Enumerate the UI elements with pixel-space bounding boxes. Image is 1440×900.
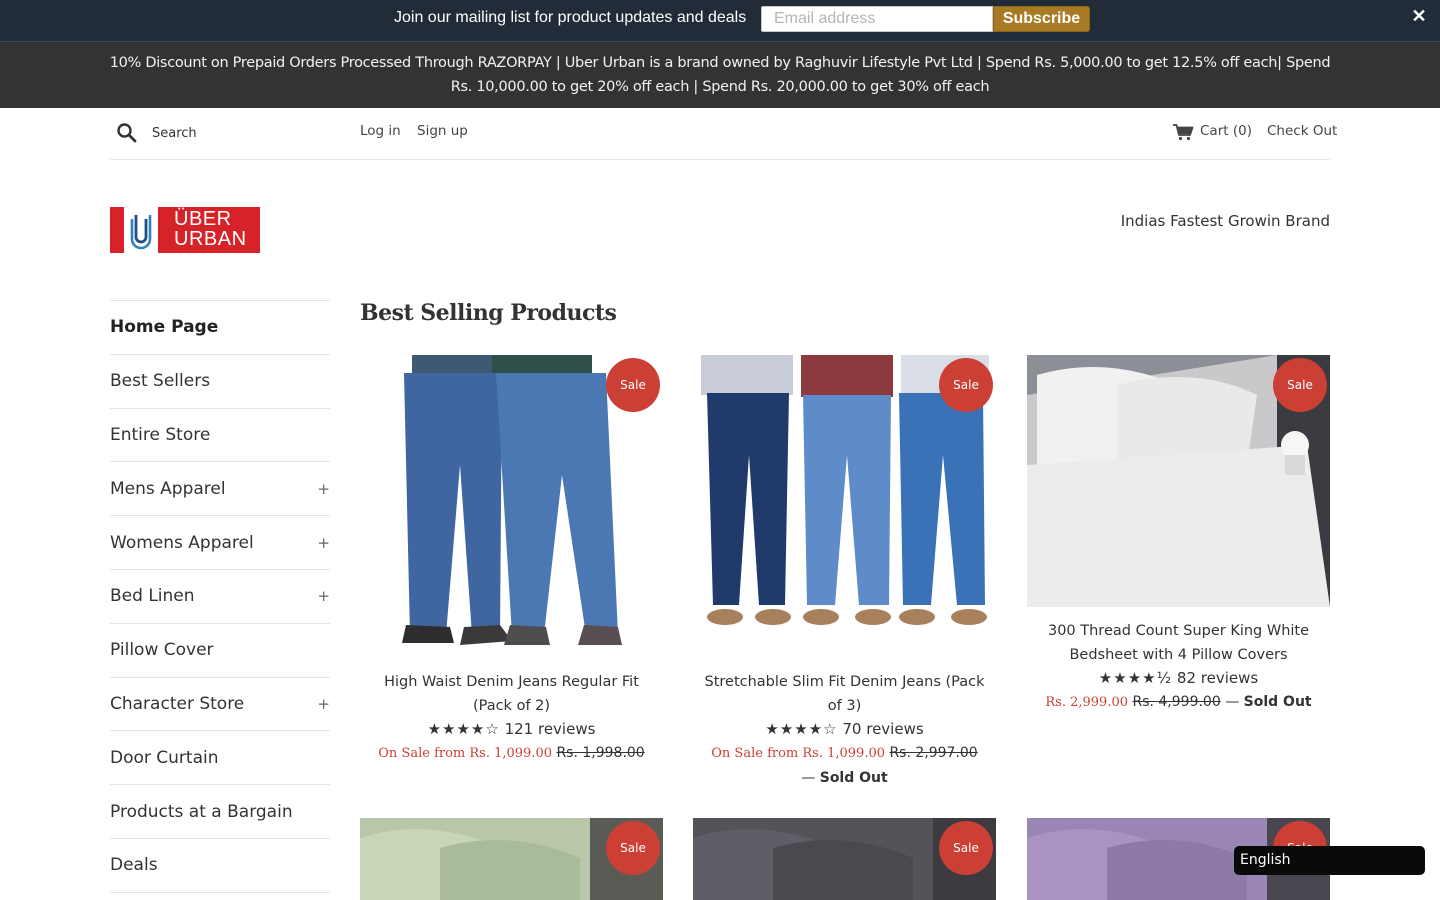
original-price: Rs. 4,999.00 <box>1132 694 1221 710</box>
sidebar-item-label: Entire Store <box>110 424 211 445</box>
subscribe-button[interactable]: Subscribe <box>993 6 1090 32</box>
rating-stars-icon: ★★★★☆ <box>427 720 500 738</box>
product-title[interactable]: High Waist Denim Jeans Regular Fit (Pack… <box>360 670 663 718</box>
product-image[interactable]: Sale <box>360 355 663 658</box>
product-rating: ★★★★½ 82 reviews <box>1027 667 1330 690</box>
product-card[interactable]: Sale High Waist Denim Jeans Regular Fit … <box>360 355 663 766</box>
rating-stars-icon: ★★★★☆ <box>765 720 838 738</box>
sidebar-item-womens-apparel[interactable]: Womens Apparel + <box>110 516 330 570</box>
sidebar-item-mens-apparel[interactable]: Mens Apparel + <box>110 462 330 517</box>
sidebar-item-label: Bed Linen <box>110 586 195 607</box>
sidebar-item-home-page[interactable]: Home Page <box>110 301 330 355</box>
product-price: On Sale from Rs. 1,099.00 Rs. 2,997.00 —… <box>693 741 996 790</box>
sale-price: Rs. 2,999.00 <box>1045 695 1129 710</box>
rating-stars-icon: ★★★★½ <box>1098 669 1173 687</box>
sale-badge: Sale <box>606 358 660 412</box>
sidebar-item-label: Door Curtain <box>110 747 219 768</box>
product-title[interactable]: 300 Thread Count Super King White Bedshe… <box>1027 619 1330 667</box>
sold-out-label: Sold Out <box>819 770 888 786</box>
search-input[interactable] <box>152 122 342 144</box>
logo-line-2: URBAN <box>174 228 247 250</box>
price-separator: — <box>801 770 816 786</box>
product-card[interactable]: Sale <box>693 818 996 900</box>
product-image[interactable]: Sale <box>360 818 663 900</box>
sidebar-item-products-at-a-bargain[interactable]: Products at a Bargain <box>110 785 330 839</box>
checkout-link[interactable]: Check Out <box>1267 123 1337 139</box>
expand-icon[interactable]: + <box>317 534 330 552</box>
product-rating: ★★★★☆ 70 reviews <box>693 718 996 741</box>
signup-link[interactable]: Sign up <box>417 123 468 139</box>
sale-badge: Sale <box>939 821 993 875</box>
email-field[interactable] <box>761 6 993 32</box>
product-image[interactable]: Sale <box>693 818 996 900</box>
sidebar-item-bed-linen[interactable]: Bed Linen + <box>110 570 330 624</box>
sidebar-item-character-store[interactable]: Character Store + <box>110 678 330 732</box>
sidebar-menu: Home Page Best Sellers Entire Store Mens… <box>110 300 330 893</box>
sale-price: On Sale from Rs. 1,099.00 <box>711 746 885 761</box>
sidebar-item-label: Deals <box>110 855 158 876</box>
sidebar-item-deals[interactable]: Deals <box>110 839 330 893</box>
logo-mark <box>124 207 158 253</box>
expand-icon[interactable]: + <box>317 695 330 713</box>
expand-icon[interactable]: + <box>317 480 330 498</box>
sale-badge: Sale <box>1273 358 1327 412</box>
sale-price: On Sale from Rs. 1,099.00 <box>378 746 552 761</box>
section-title: Best Selling Products <box>360 300 617 326</box>
product-card[interactable]: Sale 300 Thread Count Super King White B… <box>1027 355 1330 715</box>
product-image[interactable]: Sale <box>1027 355 1330 607</box>
price-separator: — <box>1225 694 1240 710</box>
product-price: On Sale from Rs. 1,099.00 Rs. 1,998.00 <box>360 741 663 766</box>
review-count: 70 reviews <box>842 720 924 738</box>
sale-badge: Sale <box>939 358 993 412</box>
language-selector[interactable]: English <box>1234 846 1425 875</box>
sidebar-item-label: Home Page <box>110 317 219 338</box>
login-link[interactable]: Log in <box>360 123 401 139</box>
product-rating: ★★★★☆ 121 reviews <box>360 718 663 741</box>
search-icon[interactable] <box>116 122 138 144</box>
product-card[interactable]: Sale <box>360 818 663 900</box>
sidebar-item-label: Character Store <box>110 693 245 714</box>
product-card[interactable]: Sale Stretchable Slim Fit Denim Jeans (P… <box>693 355 996 790</box>
original-price: Rs. 1,998.00 <box>556 745 645 761</box>
brand-logo[interactable]: ÜBER URBAN <box>110 207 260 253</box>
original-price: Rs. 2,997.00 <box>889 745 978 761</box>
sidebar-item-entire-store[interactable]: Entire Store <box>110 409 330 463</box>
top-navigation: Log in Sign up Cart (0) Check Out <box>110 108 1337 160</box>
close-icon[interactable]: ✕ <box>1410 4 1428 28</box>
mailing-list-bar: Join our mailing list for product update… <box>0 0 1440 42</box>
sidebar-item-label: Mens Apparel <box>110 478 226 499</box>
sidebar-item-label: Products at a Bargain <box>110 801 293 822</box>
sidebar-item-pillow-cover[interactable]: Pillow Cover <box>110 624 330 678</box>
sold-out-label: Sold Out <box>1243 694 1312 710</box>
sidebar-item-best-sellers[interactable]: Best Sellers <box>110 355 330 409</box>
announcement-text: 10% Discount on Prepaid Orders Processed… <box>109 55 1331 95</box>
logo-line-1: ÜBER <box>174 208 232 230</box>
sidebar-item-label: Womens Apparel <box>110 532 254 553</box>
sidebar-item-label: Best Sellers <box>110 371 211 392</box>
cart-icon[interactable] <box>1172 123 1194 141</box>
cart-link[interactable]: Cart (0) <box>1200 123 1252 139</box>
sale-badge: Sale <box>606 821 660 875</box>
product-image[interactable]: Sale <box>693 355 996 658</box>
sidebar-item-door-curtain[interactable]: Door Curtain <box>110 731 330 786</box>
logo-text: ÜBER URBAN <box>174 209 247 249</box>
sidebar-item-label: Pillow Cover <box>110 640 214 661</box>
product-price: Rs. 2,999.00 Rs. 4,999.00 — Sold Out <box>1027 690 1330 715</box>
review-count: 82 reviews <box>1176 669 1259 687</box>
brand-tagline: Indias Fastest Growin Brand <box>1120 212 1330 230</box>
product-title[interactable]: Stretchable Slim Fit Denim Jeans (Pack o… <box>693 670 996 718</box>
review-count: 121 reviews <box>504 720 596 738</box>
announcement-bar: 10% Discount on Prepaid Orders Processed… <box>0 42 1440 108</box>
mailing-list-text: Join our mailing list for product update… <box>394 9 747 26</box>
expand-icon[interactable]: + <box>317 587 330 605</box>
